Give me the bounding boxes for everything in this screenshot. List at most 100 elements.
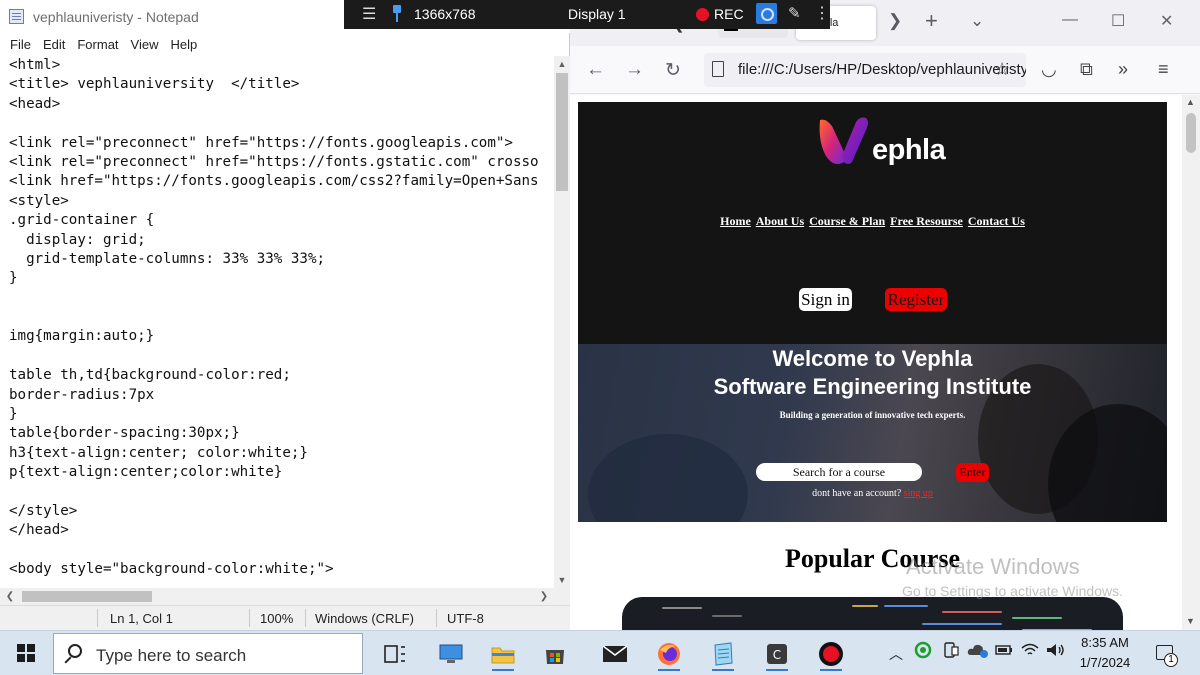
menu-view[interactable]: View (125, 34, 165, 56)
more-icon[interactable]: ⋮ (814, 3, 830, 23)
nav-link-free-resource[interactable]: Free Resourse (890, 214, 963, 228)
green-status-icon (914, 641, 932, 659)
reload-icon[interactable]: ↻ (665, 59, 681, 82)
overflow-menu-icon[interactable]: » (1118, 59, 1128, 80)
notepad-icon (714, 642, 733, 666)
display-selector[interactable]: Display 1 (568, 6, 626, 22)
close-icon[interactable]: ✕ (1160, 11, 1173, 31)
mail-icon (602, 645, 628, 662)
nav-link-course-plan[interactable]: Course & Plan (809, 214, 885, 228)
scroll-down-icon[interactable]: ▼ (1186, 616, 1195, 626)
computer-icon[interactable] (434, 637, 468, 671)
green-status-icon[interactable] (914, 641, 932, 662)
signup-prompt: dont have an account? (812, 488, 902, 499)
menu-icon[interactable]: ☰ (362, 4, 376, 24)
volume-icon (1047, 644, 1064, 656)
svg-text:C: C (773, 648, 781, 662)
file-icon (712, 61, 724, 77)
menu-edit[interactable]: Edit (37, 34, 71, 56)
hero-photo-figure (588, 434, 748, 522)
onedrive-cloud-icon[interactable] (966, 641, 990, 662)
forward-arrow-icon[interactable]: → (625, 59, 644, 81)
enter-button[interactable]: Enter (956, 463, 989, 482)
start-button[interactable] (0, 631, 52, 675)
scroll-right-icon[interactable]: ❯ (536, 588, 552, 605)
recorder-icon[interactable] (814, 637, 848, 671)
notepad-text-area[interactable]: <html> <title> vephlauniversity </title> <… (0, 56, 554, 588)
tab-scroll-right-icon[interactable]: ❯ (888, 11, 902, 31)
notification-count-badge: 1 (1164, 653, 1178, 667)
firefox-icon[interactable] (652, 637, 686, 671)
notepad-vertical-scrollbar[interactable]: ▲ ▼ (554, 56, 570, 588)
taskbar-search-placeholder: Type here to search (96, 646, 247, 665)
extensions-icon[interactable]: ⧉ (1080, 59, 1093, 80)
show-hidden-icons-chevron-up-icon[interactable]: ︿ (889, 644, 903, 664)
phone-link-icon[interactable] (941, 641, 959, 662)
menu-file[interactable]: File (4, 34, 37, 56)
back-arrow-icon[interactable]: ← (586, 59, 605, 81)
pen-icon[interactable]: ✎ (788, 4, 801, 22)
browser-navbar: ← → ↻ file:///C:/Users/HP/Desktop/vephla… (570, 46, 1200, 94)
app-c-icon[interactable]: C (760, 637, 794, 671)
status-line-ending: Windows (CRLF) (315, 611, 414, 626)
scroll-left-icon[interactable]: ❮ (2, 588, 18, 605)
store-icon[interactable] (538, 637, 572, 671)
hamburger-menu-icon[interactable]: ≡ (1158, 59, 1169, 80)
wifi-icon[interactable] (1020, 641, 1040, 662)
taskbar-search-box[interactable]: Type here to search (53, 633, 363, 674)
notepad-vscroll-thumb[interactable] (556, 73, 568, 191)
notepad-window: vephlauniveristy - Notepad File Edit For… (0, 0, 570, 630)
task-view-icon[interactable] (378, 637, 412, 671)
bookmark-star-icon[interactable]: ☆ (994, 59, 1010, 80)
status-divider (436, 609, 437, 627)
record-icon[interactable] (696, 8, 709, 21)
scrollbar-corner (554, 588, 570, 605)
logo-wordmark: ephla (872, 134, 946, 166)
battery-icon[interactable] (994, 641, 1016, 662)
onedrive-cloud-icon (967, 644, 988, 658)
menu-format[interactable]: Format (71, 34, 124, 56)
nav-link-home[interactable]: Home (720, 214, 751, 228)
list-tabs-chevron-down-icon[interactable]: ⌄ (970, 11, 984, 31)
notepad-icon[interactable] (706, 637, 740, 671)
course-card-image[interactable] (622, 597, 1123, 630)
register-button[interactable]: Register (885, 288, 947, 311)
new-tab-icon[interactable]: + (925, 8, 938, 34)
code-line: </style> (9, 502, 78, 519)
code-decoration (922, 623, 1002, 625)
scroll-up-icon[interactable]: ▲ (554, 56, 570, 72)
site-logo[interactable]: ephla (814, 112, 946, 174)
course-search-input[interactable]: Search for a course (756, 463, 922, 481)
address-bar[interactable]: file:///C:/Users/HP/Desktop/vephlauniver… (704, 53, 1026, 87)
scroll-up-icon[interactable]: ▲ (1186, 97, 1195, 107)
pin-icon[interactable] (390, 4, 404, 22)
camera-icon[interactable] (756, 3, 777, 24)
notepad-hscroll-thumb[interactable] (22, 591, 152, 602)
code-line: <html> (9, 57, 61, 73)
record-label[interactable]: REC (714, 6, 744, 22)
notepad-horizontal-scrollbar[interactable]: ❮ ❯ (0, 588, 554, 605)
nav-link-contact[interactable]: Contact Us (968, 214, 1025, 228)
hero-title-line-2: Software Engineering Institute (713, 374, 1032, 399)
scroll-down-icon[interactable]: ▼ (554, 572, 570, 588)
browser-window: ▭ ❮ vephl vephla ❯ + ⌄ — ☐ ✕ ← → ↻ file:… (570, 0, 1200, 630)
hero-title-line-1: Welcome to Vephla (772, 346, 973, 371)
file-explorer-icon[interactable] (486, 637, 520, 671)
code-decoration (852, 605, 878, 607)
maximize-icon[interactable]: ☐ (1111, 11, 1125, 31)
menu-help[interactable]: Help (164, 34, 203, 56)
page-scroll-thumb[interactable] (1186, 113, 1196, 153)
pocket-icon[interactable]: ◡ (1041, 59, 1057, 80)
vephla-logo-icon (819, 117, 868, 164)
nav-link-about[interactable]: About Us (756, 214, 804, 228)
signin-button[interactable]: Sign in (799, 288, 852, 311)
page-vertical-scrollbar[interactable]: ▲ ▼ (1182, 95, 1200, 630)
taskbar-clock-time[interactable]: 8:35 AM (1079, 635, 1131, 650)
mail-icon[interactable] (598, 637, 632, 671)
signup-link[interactable]: sing up (904, 488, 933, 499)
volume-icon[interactable] (1045, 641, 1067, 662)
minimize-icon[interactable]: — (1062, 11, 1078, 29)
popular-course-heading: Popular Course (784, 544, 961, 573)
taskbar-clock-date[interactable]: 1/7/2024 (1073, 655, 1137, 670)
